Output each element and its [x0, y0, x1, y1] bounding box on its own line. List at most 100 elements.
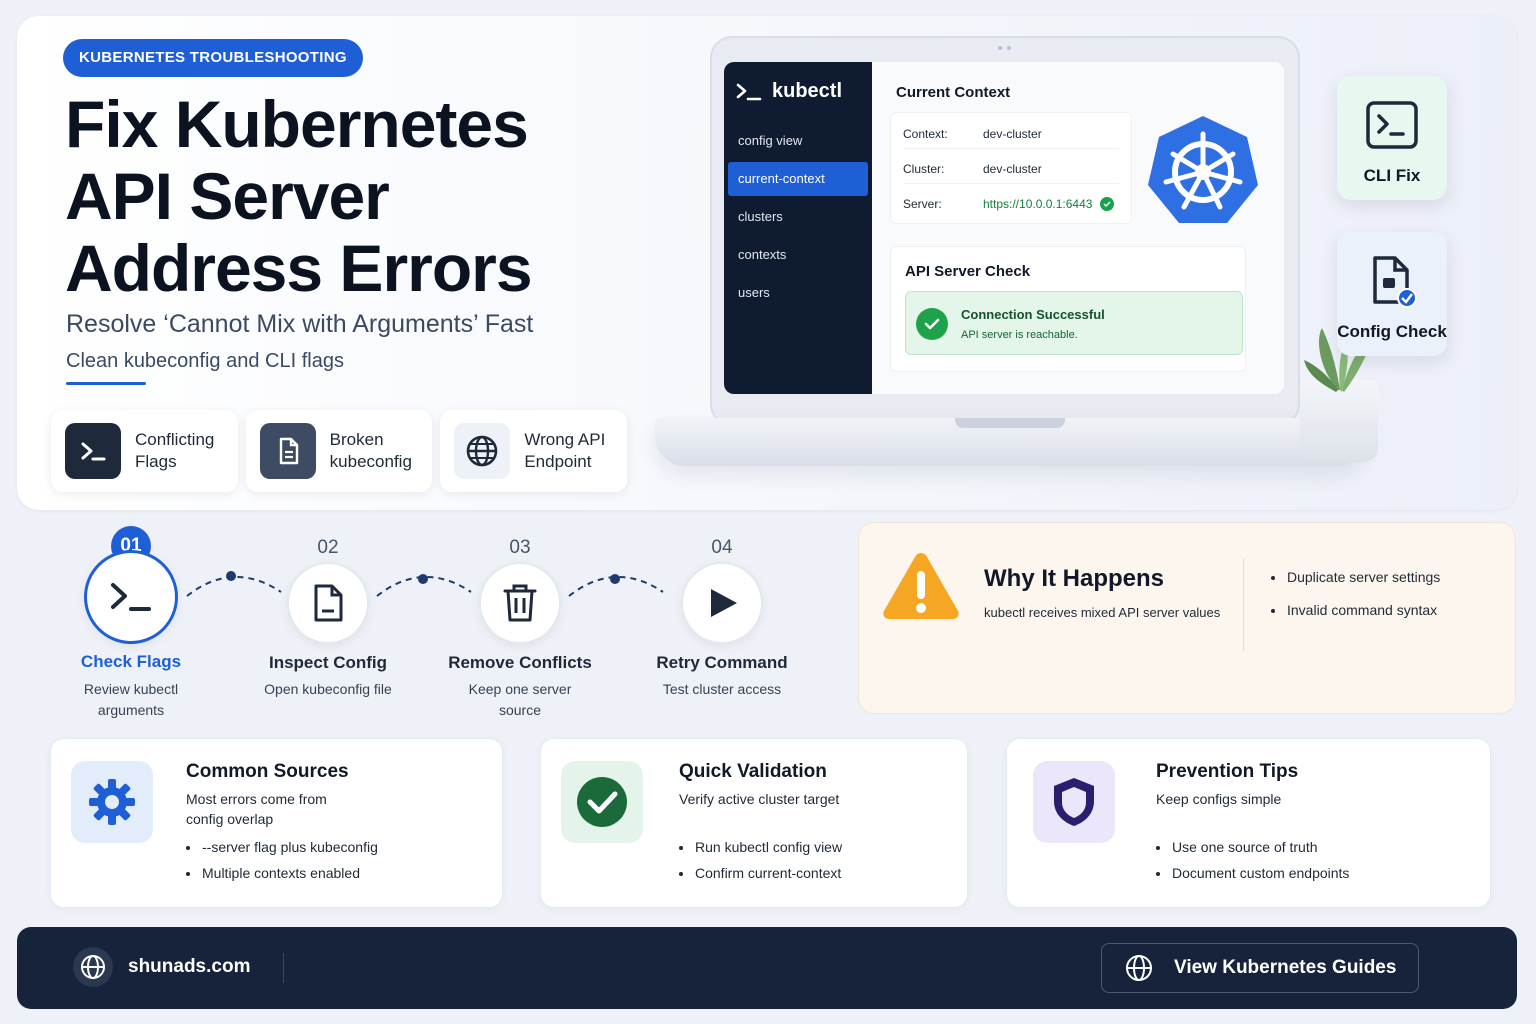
shield-icon [1033, 761, 1115, 843]
terminal-icon [65, 423, 121, 479]
globe-icon [454, 423, 511, 479]
step-desc: Keep one server source [468, 681, 572, 718]
trash-icon [503, 584, 537, 622]
issue-card-wrong-api-endpoint: Wrong API Endpoint [440, 410, 628, 492]
server-value: https://10.0.0.1:6443 [983, 197, 1093, 211]
api-check-box: API Server Check Connection Successful A… [890, 246, 1246, 372]
issue-list: Conflicting Flags Broken kubeconfig Wron… [51, 410, 628, 492]
card-list: Run kubectl config view Confirm current-… [679, 839, 842, 891]
camera-dots [998, 46, 1014, 50]
steps-panel: 01 Check Flags Review kubectl arguments … [17, 512, 845, 726]
step-desc: Open kubeconfig file [264, 681, 392, 697]
connection-status-title: Connection Successful [961, 307, 1105, 322]
nav-item-current-context[interactable]: current-context [728, 162, 868, 196]
step-circle [681, 562, 763, 644]
check-icon [1100, 197, 1115, 211]
list-item: Multiple contexts enabled [186, 865, 378, 891]
step-circle [479, 562, 561, 644]
step-check-flags: 01 Check Flags Review kubectl arguments [36, 512, 226, 722]
cli-fix-label: CLI Fix [1363, 166, 1421, 185]
step-desc: Test cluster access [662, 681, 782, 697]
why-title: Why It Happens [984, 565, 1165, 592]
card-list: --server flag plus kubeconfig Multiple c… [186, 839, 378, 891]
nav-item-contexts[interactable]: contexts [728, 238, 868, 272]
context-key: Context: [903, 126, 948, 141]
api-check-title: API Server Check [905, 263, 1031, 280]
list-item-text: Multiple contexts enabled [202, 865, 360, 881]
terminal-icon [736, 83, 762, 100]
list-item: Invalid command syntax [1271, 602, 1440, 635]
card-desc: Keep configs simple [1156, 791, 1282, 807]
context-box: Context: dev-cluster Cluster: dev-cluste… [890, 112, 1132, 224]
connection-status: Connection Successful API server is reac… [905, 291, 1243, 355]
step-remove-conflicts: 03 Remove Conflicts Keep one server sour… [425, 512, 615, 722]
context-value: dev-cluster [983, 126, 1042, 141]
step-inspect-config: 02 Inspect Config Open kubeconfig file [233, 512, 423, 722]
kubectl-brand: kubectl [736, 80, 842, 103]
globe-icon [73, 947, 113, 987]
divider [1243, 559, 1244, 651]
list-item-text: Run kubectl config view [695, 839, 843, 855]
card-desc: Verify active cluster target [679, 791, 840, 807]
server-key: Server: [903, 197, 942, 211]
card-title: Prevention Tips [1156, 761, 1299, 782]
list-item: Use one source of truth [1156, 839, 1349, 865]
file-check-icon [1373, 256, 1417, 308]
list-item-text: Use one source of truth [1172, 839, 1318, 855]
check-circle-icon [561, 761, 643, 843]
page-subtitle: Resolve ‘Cannot Mix with Arguments’ Fast [66, 310, 534, 338]
server-row: Server: https://10.0.0.1:6443 [903, 189, 1119, 219]
prevention-tips-card: Prevention Tips Keep configs simple Use … [1006, 738, 1491, 908]
warning-icon [883, 553, 959, 619]
nav-item-config-view[interactable]: config view [728, 124, 868, 158]
issue-label: Wrong API Endpoint [524, 430, 606, 471]
list-item: Run kubectl config view [679, 839, 842, 865]
gear-icon [71, 761, 153, 843]
laptop-screen: kubectl config view current-context clus… [710, 36, 1300, 426]
list-item: --server flag plus kubeconfig [186, 839, 378, 865]
step-desc: Review kubectl arguments [83, 681, 179, 718]
list-item-text: Document custom endpoints [1172, 865, 1350, 881]
nav-item-users[interactable]: users [728, 276, 868, 310]
why-it-happens-card: Why It Happens kubectl receives mixed AP… [858, 522, 1516, 714]
card-list: Use one source of truth Document custom … [1156, 839, 1349, 891]
issue-card-conflicting-flags: Conflicting Flags [51, 410, 238, 492]
kubectl-window: kubectl config view current-context clus… [724, 62, 1284, 394]
document-icon [259, 423, 316, 479]
footer-bar: shunads.com View Kubernetes Guides [17, 927, 1517, 1009]
list-item-text: Duplicate server settings [1287, 569, 1441, 585]
why-desc: kubectl receives mixed API server values [984, 605, 1221, 620]
issue-label: Broken kubeconfig [329, 430, 412, 471]
list-item: Duplicate server settings [1271, 569, 1440, 602]
card-title: Common Sources [186, 761, 349, 782]
step-title: Remove Conflicts [448, 653, 592, 672]
site-link[interactable]: shunads.com [128, 956, 250, 978]
play-icon [711, 589, 737, 617]
page-subline: Clean kubeconfig and CLI flags [66, 350, 344, 372]
cluster-key: Cluster: [903, 161, 945, 176]
cli-fix-card: CLI Fix [1337, 76, 1447, 200]
list-item-text: --server flag plus kubeconfig [202, 839, 378, 855]
kubernetes-logo-icon [1148, 116, 1258, 223]
issue-label: Conflicting Flags [135, 430, 215, 471]
accent-divider [66, 382, 146, 385]
nav-item-clusters[interactable]: clusters [728, 200, 868, 234]
kubectl-brand-label: kubectl [772, 80, 843, 102]
context-row: Context: dev-cluster [903, 119, 1119, 149]
globe-icon [1126, 955, 1152, 981]
list-item: Document custom endpoints [1156, 865, 1349, 891]
view-guides-label: View Kubernetes Guides [1174, 957, 1397, 978]
infographic-page: KUBERNETES TROUBLESHOOTING Fix Kubernete… [0, 0, 1536, 1024]
kubectl-nav: config view current-context clusters con… [728, 124, 868, 314]
card-title: Quick Validation [679, 761, 827, 782]
issue-card-broken-kubeconfig: Broken kubeconfig [245, 410, 433, 492]
list-item-text: Invalid command syntax [1287, 602, 1438, 618]
topic-badge: KUBERNETES TROUBLESHOOTING [63, 39, 363, 77]
divider [283, 953, 284, 983]
kubectl-sidebar: kubectl config view current-context clus… [724, 62, 872, 394]
step-title: Retry Command [656, 653, 788, 672]
cluster-row: Cluster: dev-cluster [903, 154, 1119, 184]
step-title: Check Flags [80, 652, 182, 671]
connection-status-detail: API server is reachable. [961, 329, 1078, 341]
view-guides-button[interactable]: View Kubernetes Guides [1101, 943, 1419, 993]
